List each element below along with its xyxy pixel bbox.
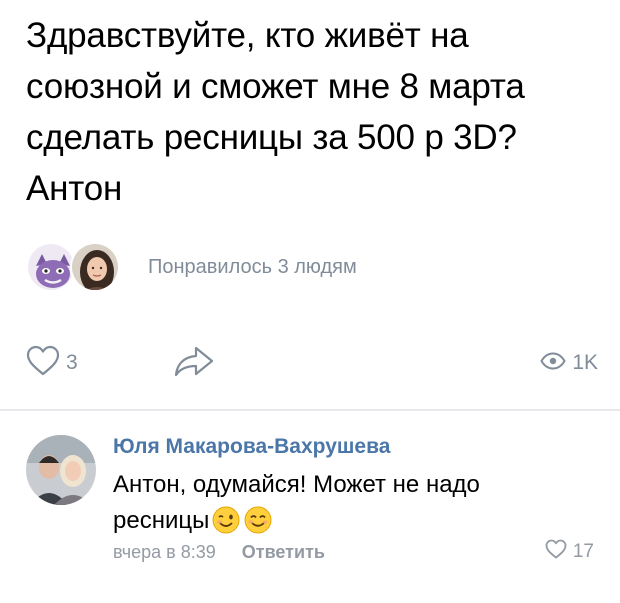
comment-like-count: 17 [572, 540, 594, 562]
likers-text: Понравилось 3 людям [148, 255, 357, 278]
comment: Юля Макарова-Вахрушева Антон, одумайся! … [0, 411, 620, 603]
liker-avatar [26, 242, 76, 292]
post-text-line: Антон [26, 169, 123, 208]
comment-text: Антон, одумайся! Может не надо ресницы [113, 467, 583, 539]
post-text: Здравствуйте, кто живёт на союзной и смо… [26, 10, 606, 214]
post-actions: 3 1K [26, 345, 598, 382]
views-counter: 1K [540, 346, 598, 380]
likers-avatars [26, 242, 122, 292]
comment-date: вчера в 8:39 [113, 542, 216, 562]
liker-avatar [70, 242, 120, 292]
comment-text-line: Антон, одумайся! Может не надо [113, 471, 480, 498]
comment-author-name[interactable]: Юля Макарова-Вахрушева [113, 435, 390, 459]
comment-meta: вчера в 8:39 Ответить [113, 542, 325, 563]
like-button[interactable]: 3 [26, 345, 78, 382]
share-arrow-icon [174, 345, 214, 382]
winking-face-emoji [211, 505, 241, 535]
heart-icon [545, 539, 567, 564]
views-count: 1K [572, 351, 598, 374]
reply-button[interactable]: Ответить [242, 542, 325, 563]
comment-like-button[interactable]: 17 [545, 539, 594, 564]
post-text-line: Здравствуйте, кто живёт на [26, 16, 469, 55]
heart-icon [26, 345, 60, 382]
comment-author-avatar[interactable] [26, 435, 96, 505]
post-text-line: союзной и сможет мне 8 марта [26, 67, 525, 106]
post-text-line: сделать ресницы за 500 р 3D? [26, 118, 517, 157]
likers-row[interactable]: Понравилось 3 людям [26, 242, 357, 292]
eye-icon [540, 351, 566, 375]
share-button[interactable] [174, 346, 214, 380]
comment-text-line: ресницы [113, 503, 583, 539]
smiling-face-emoji [243, 505, 273, 535]
comment-text-fragment: ресницы [113, 507, 210, 534]
like-count: 3 [66, 351, 78, 374]
